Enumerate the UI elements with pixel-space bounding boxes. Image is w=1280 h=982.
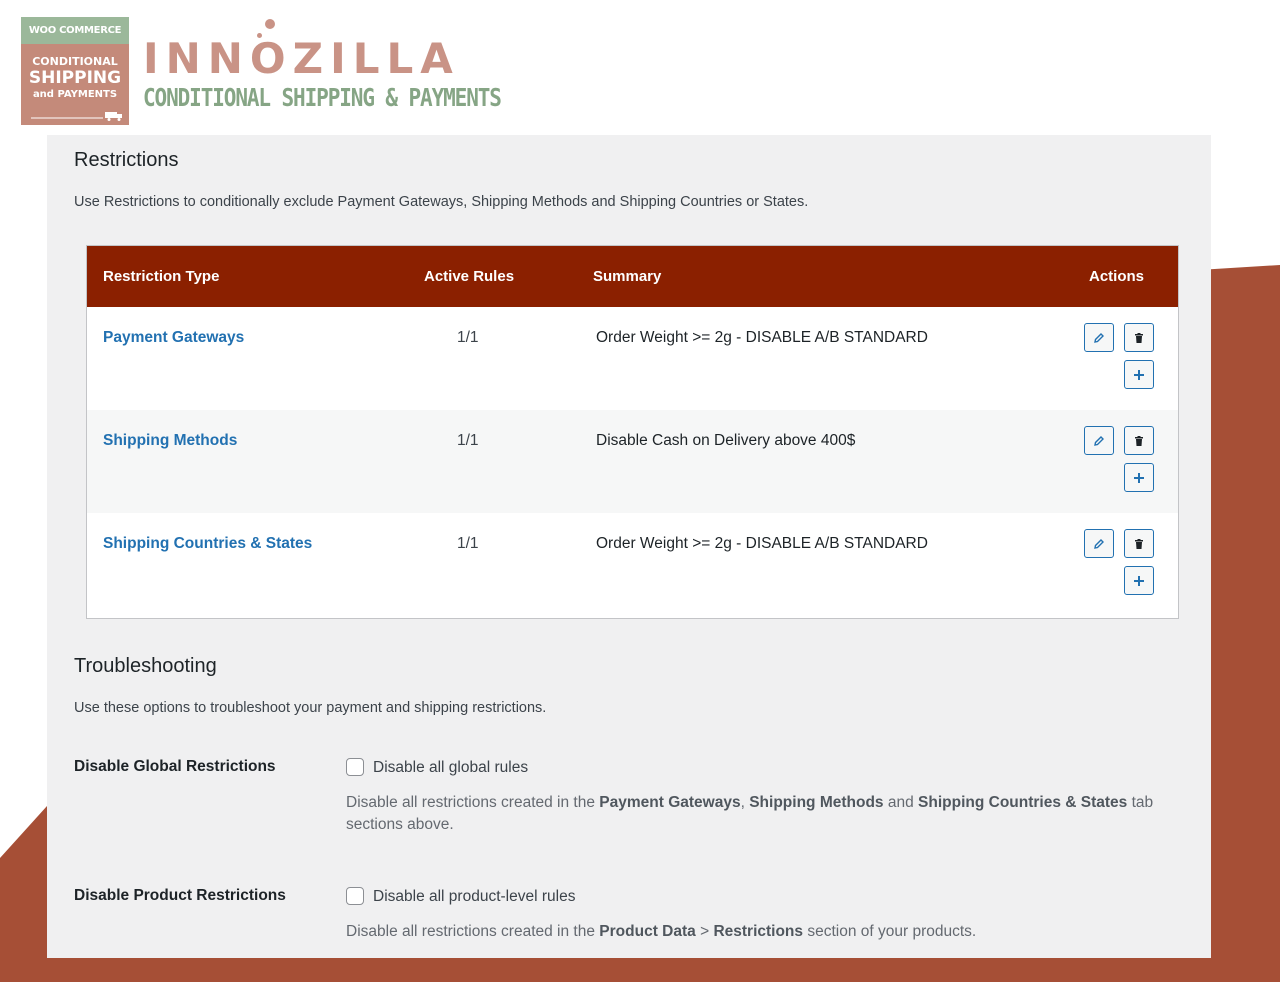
table-row: Shipping Methods 1/1 Disable Cash on Del… [87,410,1178,513]
trash-icon [1135,332,1143,343]
table-row: Payment Gateways 1/1 Order Weight >= 2g … [87,307,1178,410]
restriction-type-link[interactable]: Payment Gateways [103,329,244,347]
disable-product-checkbox[interactable] [346,887,364,905]
trash-icon [1135,538,1143,549]
edit-button[interactable] [1084,426,1114,455]
edit-icon [1094,435,1104,446]
rule-summary: Order Weight >= 2g - DISABLE A/B STANDAR… [596,535,928,552]
restriction-type-link[interactable]: Shipping Methods [103,432,237,450]
disable-global-checkbox-label[interactable]: Disable all global rules [373,759,528,777]
column-restriction-type: Restriction Type [103,268,220,285]
delete-button[interactable] [1124,426,1154,455]
trash-icon [1135,435,1143,446]
troubleshooting-title: Troubleshooting [74,655,217,677]
restrictions-description: Use Restrictions to conditionally exclud… [74,194,809,210]
product-badge: WOO COMMERCE CONDITIONAL SHIPPING and PA… [21,17,129,125]
troubleshooting-description: Use these options to troubleshoot your p… [74,700,547,716]
restriction-type-link[interactable]: Shipping Countries & States [103,535,312,553]
badge-woocommerce: WOO COMMERCE [21,17,129,44]
rule-summary: Order Weight >= 2g - DISABLE A/B STANDAR… [596,329,928,346]
edit-button[interactable] [1084,323,1114,352]
column-actions: Actions [1089,268,1145,285]
header-logo: WOO COMMERCE CONDITIONAL SHIPPING and PA… [21,17,502,125]
desc-text: , [740,794,750,811]
desc-text: section of your products. [803,923,977,940]
desc-bold: Shipping Methods [749,794,884,811]
desc-text: Disable all restrictions created in the [346,923,600,940]
active-rules-count: 1/1 [457,329,479,346]
brand-tagline: CONDITIONAL SHIPPING & PAYMENTS [143,83,502,112]
disable-global-description: Disable all restrictions created in the … [346,792,1186,836]
column-summary: Summary [593,268,662,285]
badge-line-2: SHIPPING [28,68,122,88]
table-row: Shipping Countries & States 1/1 Order We… [87,513,1178,616]
disable-global-checkbox[interactable] [346,758,364,776]
active-rules-count: 1/1 [457,432,479,449]
delete-button[interactable] [1124,529,1154,558]
desc-bold: Restrictions [713,923,804,940]
rule-summary: Disable Cash on Delivery above 400$ [596,432,856,449]
edit-icon [1094,332,1104,343]
disable-product-description: Disable all restrictions created in the … [346,921,1186,943]
desc-text: and [883,794,919,811]
settings-panel: Restrictions Use Restrictions to conditi… [47,135,1211,958]
truck-icon [31,112,122,121]
edit-icon [1094,538,1104,549]
restrictions-table: Restriction Type Active Rules Summary Ac… [86,245,1179,619]
column-active-rules: Active Rules [424,268,515,285]
desc-bold: Product Data [599,923,696,940]
disable-product-checkbox-label[interactable]: Disable all product-level rules [373,888,575,906]
disable-product-label: Disable Product Restrictions [74,887,286,904]
brand-name: INNOZILLA [143,34,460,83]
brand-dot-icon [265,19,275,29]
decorative-bg-bottom [0,958,1280,982]
plus-icon [1134,575,1144,586]
desc-bold: Payment Gateways [599,794,741,811]
add-rule-button[interactable] [1124,463,1154,492]
add-rule-button[interactable] [1124,566,1154,595]
delete-button[interactable] [1124,323,1154,352]
edit-button[interactable] [1084,529,1114,558]
desc-text: Disable all restrictions created in the [346,794,600,811]
table-header: Restriction Type Active Rules Summary Ac… [87,246,1178,307]
disable-global-label: Disable Global Restrictions [74,758,276,775]
badge-line-3: and PAYMENTS [32,89,118,100]
add-rule-button[interactable] [1124,360,1154,389]
restrictions-title: Restrictions [74,149,179,171]
desc-bold: Shipping Countries & States [918,794,1128,811]
badge-line-1: CONDITIONAL [32,55,118,68]
active-rules-count: 1/1 [457,535,479,552]
plus-icon [1134,369,1144,380]
desc-text: > [695,923,714,940]
plus-icon [1134,472,1144,483]
